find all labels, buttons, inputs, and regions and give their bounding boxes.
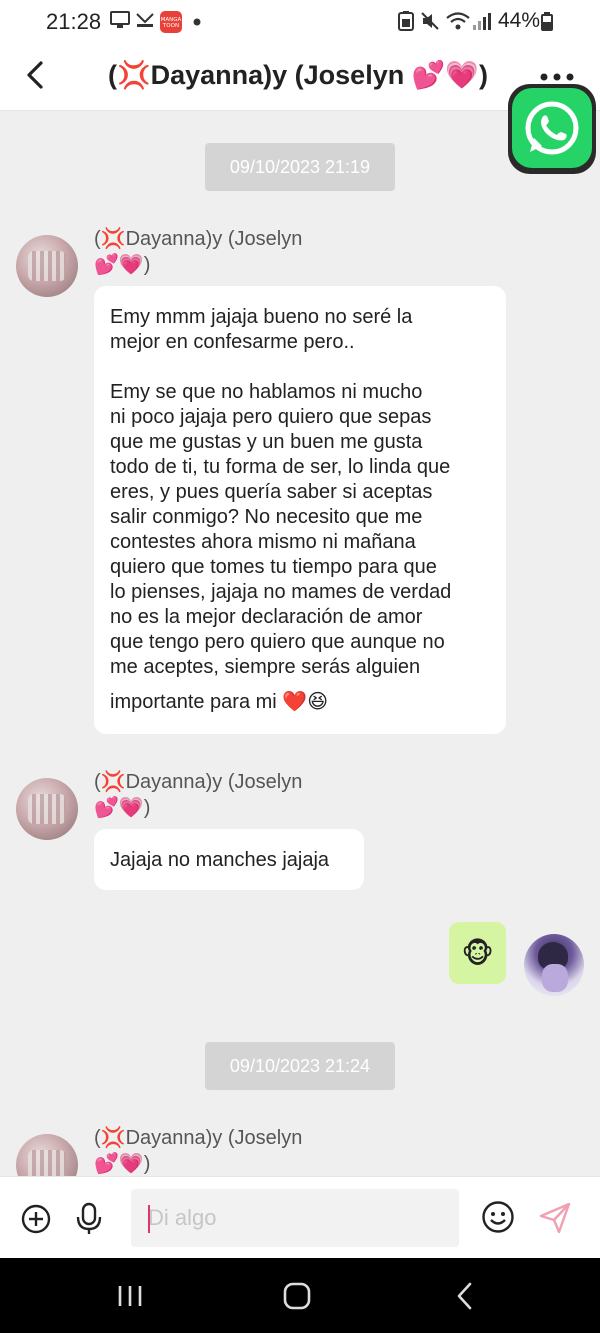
notification-dot-icon	[193, 18, 201, 26]
message-text: Emy mmm jajaja bueno no seré la mejor en…	[110, 306, 452, 678]
send-icon[interactable]	[538, 1201, 572, 1235]
avatar[interactable]	[16, 235, 78, 297]
signal-icon	[473, 13, 491, 30]
chat-title: (💢Dayanna)y (Joselyn 💕💗)	[108, 60, 488, 90]
cast-icon	[110, 11, 130, 28]
whatsapp-icon[interactable]	[508, 84, 596, 176]
nav-back-icon[interactable]	[445, 1280, 485, 1312]
mangatoon-icon: MANGATOON	[160, 11, 182, 33]
add-circle-icon[interactable]	[21, 1204, 51, 1234]
message-input[interactable]	[131, 1189, 459, 1247]
message-bubble[interactable]: Jajaja no manches jajaja	[94, 829, 364, 890]
my-sticker-bubble[interactable]: 🐵	[449, 922, 506, 984]
avatar[interactable]	[16, 778, 78, 840]
status-bar: 21:28 MANGA TOON 44%	[0, 0, 600, 44]
sender-name: (💢Dayanna)y (Joselyn 💕💗)	[94, 1127, 303, 1175]
message-text: Jajaja no manches jajaja	[110, 849, 330, 871]
battery-icon	[541, 12, 553, 31]
more-icon[interactable]	[540, 72, 574, 82]
message-bubble[interactable]: Emy mmm jajaja bueno no seré la mejor en…	[94, 286, 506, 734]
text-caret	[148, 1205, 150, 1233]
sender-name: (💢Dayanna)y (Joselyn 💕💗)	[94, 771, 303, 819]
microphone-icon[interactable]	[75, 1202, 103, 1236]
message-input-bar	[0, 1176, 600, 1259]
svg-text:TOON: TOON	[162, 23, 179, 29]
sender-name: (💢Dayanna)y (Joselyn 💕💗)	[94, 228, 303, 276]
home-icon[interactable]	[277, 1280, 317, 1312]
back-arrow-icon[interactable]	[20, 58, 54, 92]
status-time: 21:28	[46, 9, 102, 34]
missed-call-icon	[136, 13, 154, 27]
battery-percent: 44%	[498, 9, 541, 32]
recents-icon[interactable]	[110, 1280, 150, 1312]
date-separator: 09/10/2023 21:24	[205, 1042, 395, 1090]
date-separator: 09/10/2023 21:19	[205, 143, 395, 191]
emoji-icon[interactable]	[481, 1200, 515, 1234]
mute-icon	[421, 12, 439, 30]
battery-saver-icon	[398, 11, 414, 31]
system-nav-bar	[0, 1258, 600, 1333]
wifi-icon	[446, 12, 470, 30]
my-avatar[interactable]	[524, 934, 584, 996]
message-text-last-line: importante para mi ❤️😆	[110, 691, 329, 713]
